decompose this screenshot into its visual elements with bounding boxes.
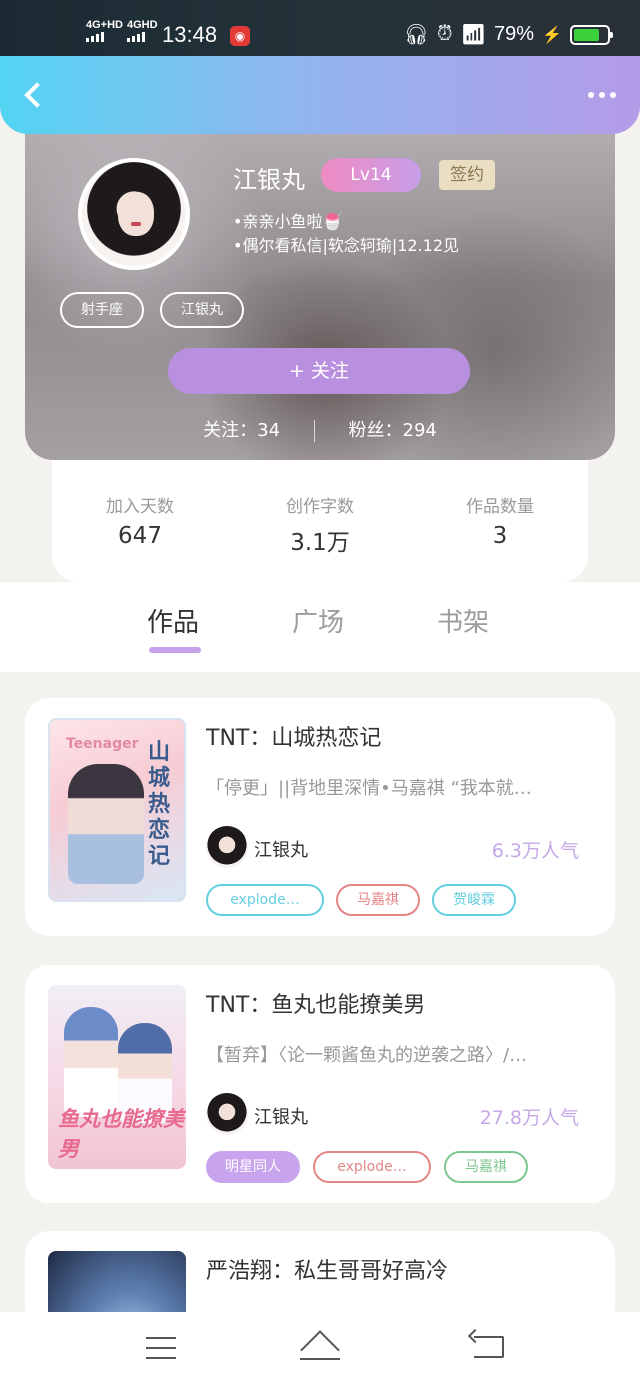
battery-icon [570,24,613,45]
battery-fill [574,28,600,41]
signal-label-2: 4GHD [127,19,158,31]
cover-title: 鱼丸也能撩美男 [58,1107,184,1161]
stat-label: 作品数量 [466,497,534,517]
signal-label-1: 4G+HD [86,19,123,31]
stat-word-count: 创作字数 3.1万 [230,492,410,557]
author-avatar [206,826,248,868]
charging-bolt-icon: ⚡ [542,26,562,44]
avatar[interactable] [78,158,190,270]
signal-bars-1-icon [86,32,104,42]
popularity-count: 6.3万人气 [491,840,579,862]
work-tag[interactable]: 贺峻霖 [432,884,516,916]
work-title[interactable]: 严浩翔：私生哥哥好高冷 [206,1253,448,1285]
wifi-icon: 📶︎ [460,24,487,46]
back-icon[interactable] [18,78,50,110]
follow-counts: 关注：34 粉丝：294 [25,416,615,442]
stat-work-count: 作品数量 3 [410,492,590,549]
profile-tag-name[interactable]: 江银丸 [160,292,244,328]
work-title[interactable]: TNT：山城热恋记 [206,720,381,752]
work-tag[interactable]: explode… [313,1151,431,1183]
cover-title: 山城热恋记 [148,740,171,869]
system-nav-bar [0,1312,640,1387]
work-tag[interactable]: 马嘉祺 [336,884,420,916]
alarm-icon: ⏰︎ [437,23,453,45]
stat-value: 3 [492,523,508,549]
profile-card: 江银丸 Lv14 签约 •亲亲小鱼啦🍧 •偶尔看私信|软念轲瑜|12.12见 射… [25,110,615,460]
fans-count[interactable]: 粉丝：294 [349,420,437,441]
bio-line-1: •亲亲小鱼啦🍧 [233,212,343,231]
tab-works[interactable]: 作品 [147,602,199,639]
level-badge: Lv14 [321,158,421,192]
author-avatar [206,1093,248,1135]
clock: 13:48 [162,22,218,47]
tab-bar: 作品 广场 书架 [0,582,640,672]
stat-value: 3.1万 [290,530,350,556]
battery-percent: 79% [494,23,535,45]
following-count[interactable]: 关注：34 [203,420,280,441]
tab-active-indicator [149,647,201,653]
work-tag[interactable]: 明星同人 [206,1151,300,1183]
stat-label: 创作字数 [286,497,354,517]
book-cover[interactable]: 鱼丸也能撩美男 [48,985,186,1169]
menu-icon[interactable] [146,1337,176,1367]
signal-bars-2-icon [127,32,145,42]
tab-square[interactable]: 广场 [292,602,344,639]
work-description: 「停更」||背地里深情•马嘉祺 “我本就… [206,778,532,799]
work-card[interactable]: Teenager 山城热恋记 TNT：山城热恋记 「停更」||背地里深情•马嘉祺… [25,698,615,936]
stat-join-days: 加入天数 647 [50,492,230,549]
profile-name: 江银丸 [233,166,305,194]
bio-line-2: •偶尔看私信|软念轲瑜|12.12见 [233,236,460,255]
signed-badge: 签约 [439,160,495,190]
cover-english-text: Teenager [66,736,139,752]
headphones-icon: 🎧︎ [403,24,430,46]
work-card[interactable]: 鱼丸也能撩美男 TNT：鱼丸也能撩美男 【暂弃】〈论一颗酱鱼丸的逆袭之路〉/… … [25,965,615,1203]
more-icon[interactable] [588,92,616,98]
stat-label: 加入天数 [106,497,174,517]
work-tag[interactable]: explode… [206,884,324,916]
profile-tag-zodiac[interactable]: 射手座 [60,292,144,328]
work-description: 【暂弃】〈论一颗酱鱼丸的逆袭之路〉/… [206,1045,528,1066]
author-name: 江银丸 [254,840,308,861]
work-title[interactable]: TNT：鱼丸也能撩美男 [206,987,425,1019]
book-cover[interactable]: Teenager 山城热恋记 [48,718,186,902]
status-bar: 4G+HD 4GHD 13:48 ◉ 🎧︎ ⏰︎ 📶︎ 79% ⚡ [0,0,640,62]
counts-divider [313,420,315,442]
popularity-count: 27.8万人气 [479,1107,579,1129]
back-nav-icon[interactable] [474,1336,504,1358]
tab-bookshelf[interactable]: 书架 [437,602,489,639]
author-name: 江银丸 [254,1107,308,1128]
netease-music-icon: ◉ [230,26,250,46]
stats-card: 加入天数 647 创作字数 3.1万 作品数量 3 [52,440,588,582]
follow-button[interactable]: + 关注 [168,348,470,394]
header-bar [0,56,640,134]
cover-portrait [68,764,144,884]
work-tag[interactable]: 马嘉祺 [444,1151,528,1183]
cover-portrait [64,1007,118,1117]
home-icon[interactable] [300,1330,340,1370]
stat-value: 647 [118,523,162,549]
